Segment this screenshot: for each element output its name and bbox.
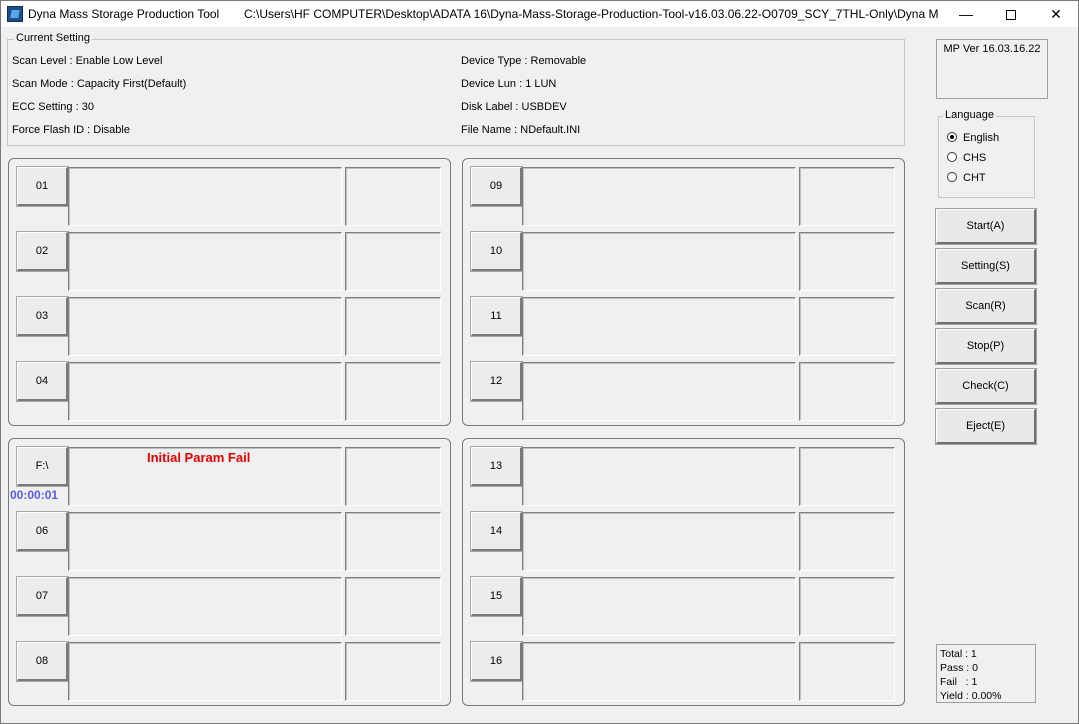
scan-level-setting: Scan Level : Enable Low Level	[12, 55, 163, 67]
radio-icon[interactable]	[947, 172, 957, 183]
port-info-slot	[799, 362, 895, 421]
port-status-slot	[522, 642, 796, 701]
minimize-icon: —	[959, 6, 973, 22]
port-info-slot	[799, 577, 895, 636]
port-status-slot	[68, 232, 342, 291]
language-option-label: English	[963, 132, 1000, 144]
file-name-setting: File Name : NDefault.INI	[461, 124, 581, 136]
port-status-slot	[68, 297, 342, 356]
maximize-button[interactable]	[988, 1, 1034, 27]
port-info-slot	[799, 167, 895, 226]
port-status-slot	[522, 232, 796, 291]
port-button[interactable]: 01	[17, 167, 68, 206]
port-info-slot	[345, 447, 441, 506]
port-status-slot	[522, 512, 796, 571]
port-button[interactable]: 09	[471, 167, 522, 206]
port-button[interactable]: 11	[471, 297, 522, 336]
app-cube-icon	[7, 6, 23, 22]
language-option-chs[interactable]: CHS	[947, 152, 986, 164]
port-info-slot	[345, 297, 441, 356]
port-button[interactable]: 10	[471, 232, 522, 271]
close-button[interactable]: ✕	[1033, 1, 1079, 27]
eject-button[interactable]: Eject(E)	[936, 409, 1036, 444]
port-status-slot	[522, 447, 796, 506]
port-button[interactable]: 02	[17, 232, 68, 271]
check-button[interactable]: Check(C)	[936, 369, 1036, 404]
start-button[interactable]: Start(A)	[936, 209, 1036, 244]
stats-fail: Fail : 1	[940, 676, 978, 688]
port-info-slot	[345, 167, 441, 226]
radio-icon[interactable]	[947, 152, 957, 163]
port-info-slot	[345, 577, 441, 636]
port-button[interactable]: 08	[17, 642, 68, 681]
scan-mode-setting: Scan Mode : Capacity First(Default)	[12, 78, 187, 90]
port-button[interactable]: 15	[471, 577, 522, 616]
disk-label-setting: Disk Label : USBDEV	[461, 101, 567, 113]
force-flash-id-setting: Force Flash ID : Disable	[12, 124, 130, 136]
port-button[interactable]: 12	[471, 362, 522, 401]
language-option-cht[interactable]: CHT	[947, 172, 986, 184]
stats-pass: Pass : 0	[940, 662, 978, 674]
device-lun-setting: Device Lun : 1 LUN	[461, 78, 557, 90]
port-button[interactable]: 06	[17, 512, 68, 551]
title-bar[interactable]: Dyna Mass Storage Production Tool C:\Use…	[1, 1, 1078, 27]
port-info-slot	[799, 232, 895, 291]
maximize-icon	[1006, 10, 1016, 21]
port-status-slot	[68, 512, 342, 571]
port-info-slot	[799, 642, 895, 701]
port-button[interactable]: 04	[17, 362, 68, 401]
language-legend: Language	[943, 109, 996, 121]
port-info-slot	[799, 447, 895, 506]
language-option-label: CHT	[963, 172, 986, 184]
port-info-slot	[345, 362, 441, 421]
port-button[interactable]: 07	[17, 577, 68, 616]
port-status-slot	[522, 362, 796, 421]
minimize-button[interactable]: —	[943, 1, 989, 27]
port-status-slot	[522, 577, 796, 636]
port-status-message: Initial Param Fail	[147, 450, 251, 465]
language-option-english[interactable]: English	[947, 132, 999, 144]
port-status-slot	[522, 297, 796, 356]
main-window: Dyna Mass Storage Production Tool C:\Use…	[0, 0, 1079, 724]
mp-version-text: MP Ver 16.03.16.22	[943, 43, 1041, 55]
port-status-slot	[68, 577, 342, 636]
current-setting-legend: Current Setting	[14, 32, 92, 44]
port-info-slot	[345, 642, 441, 701]
device-type-setting: Device Type : Removable	[461, 55, 587, 67]
app-title: Dyna Mass Storage Production Tool	[28, 7, 220, 21]
window-path-title: C:\Users\HF COMPUTER\Desktop\ADATA 16\Dy…	[244, 7, 939, 21]
setting-button[interactable]: Setting(S)	[936, 249, 1036, 284]
port-button-active[interactable]: F:\	[17, 447, 68, 486]
stats-box: Total : 1 Pass : 0 Fail : 1 Yield : 0.00…	[936, 644, 1036, 703]
stats-total: Total : 1	[940, 648, 977, 660]
port-info-slot	[799, 297, 895, 356]
port-button[interactable]: 13	[471, 447, 522, 486]
stats-yield: Yield : 0.00%	[940, 690, 1002, 702]
port-status-slot	[68, 167, 342, 226]
close-icon: ✕	[1050, 6, 1062, 22]
scan-button[interactable]: Scan(R)	[936, 289, 1036, 324]
ecc-setting: ECC Setting : 30	[12, 101, 94, 113]
port-info-slot	[799, 512, 895, 571]
port-timer: 00:00:01	[10, 488, 59, 502]
language-option-label: CHS	[963, 152, 987, 164]
port-button[interactable]: 03	[17, 297, 68, 336]
port-button[interactable]: 16	[471, 642, 522, 681]
radio-selected-icon[interactable]	[947, 132, 957, 143]
stop-button[interactable]: Stop(P)	[936, 329, 1036, 364]
mp-version-box: MP Ver 16.03.16.22	[936, 39, 1048, 99]
port-status-slot	[68, 362, 342, 421]
port-status-slot	[522, 167, 796, 226]
port-info-slot	[345, 512, 441, 571]
port-button[interactable]: 14	[471, 512, 522, 551]
port-info-slot	[345, 232, 441, 291]
port-status-slot	[68, 642, 342, 701]
